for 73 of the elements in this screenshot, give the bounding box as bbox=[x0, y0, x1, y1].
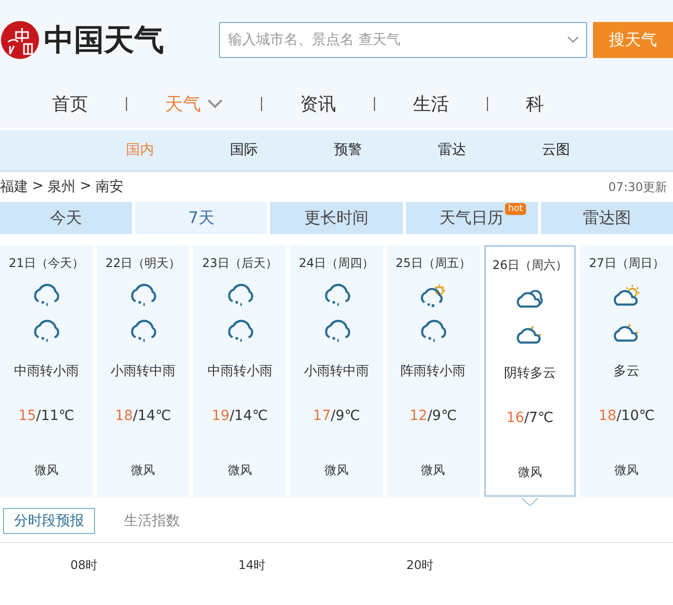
high-temperature: 18 bbox=[598, 408, 616, 424]
day-card[interactable]: 21日（今天） 中雨转小雨 15/11℃ 微风 bbox=[0, 245, 93, 497]
day-date: 23日（后天） bbox=[202, 255, 278, 272]
update-time: 07:30更新 bbox=[608, 178, 667, 196]
high-temperature: 17 bbox=[312, 408, 331, 424]
day-card[interactable]: 23日（后天） 中雨转小雨 19/14℃ 微风 bbox=[193, 245, 286, 497]
subnav-link[interactable]: 云图 bbox=[542, 141, 570, 159]
subnav-link[interactable]: 雷达 bbox=[438, 141, 466, 159]
chevron-down-icon[interactable] bbox=[567, 36, 579, 44]
detail-tab[interactable]: 分时段预报 bbox=[3, 508, 95, 534]
day-date: 24日（周四） bbox=[298, 255, 374, 272]
weather-description: 中雨转小雨 bbox=[207, 363, 272, 380]
site-logo-text[interactable]: 中国天气 bbox=[44, 20, 164, 60]
nav-link[interactable]: 首页 bbox=[0, 92, 126, 116]
day-date: 25日（周五） bbox=[396, 255, 471, 272]
chevron-down-icon[interactable] bbox=[207, 99, 223, 109]
low-temperature: /7℃ bbox=[524, 410, 554, 426]
search-field[interactable]: 输入城市名、景点名 查天气 bbox=[218, 22, 587, 58]
pointer-notch-icon bbox=[522, 498, 538, 506]
hour-label: 14时 bbox=[237, 557, 267, 574]
day-card[interactable]: 22日（明天） 小雨转中雨 18/14℃ 微风 bbox=[96, 245, 190, 497]
day-card[interactable]: 25日（周五） 阵雨转小雨 12/9℃ 微风 bbox=[386, 245, 480, 497]
hot-badge: hot bbox=[505, 203, 526, 215]
day-card[interactable]: 27日（周日） 多云 18/10℃ 微风 bbox=[580, 245, 673, 497]
low-temperature: /9℃ bbox=[330, 408, 360, 424]
weather-description: 中雨转小雨 bbox=[14, 363, 79, 380]
seal-logo-icon[interactable] bbox=[0, 20, 40, 60]
hour-label: 20时 bbox=[405, 557, 435, 574]
breadcrumb-link[interactable]: 南安 bbox=[95, 178, 124, 196]
day-date: 26日（周六） bbox=[492, 257, 568, 274]
wind-level: 微风 bbox=[421, 462, 446, 479]
day-date: 22日（明天） bbox=[105, 255, 181, 272]
high-temperature: 18 bbox=[115, 408, 133, 424]
wind-level: 微风 bbox=[518, 464, 542, 481]
day-date: 21日（今天） bbox=[8, 255, 84, 272]
nav-link[interactable]: 生活 bbox=[375, 92, 487, 116]
day-card[interactable]: 26日（周六） 阴转多云 16/7℃ 微风 bbox=[484, 245, 576, 497]
hour-label: 08时 bbox=[69, 557, 99, 574]
nav-link[interactable]: 科 bbox=[488, 92, 582, 116]
day-date: 27日（周日） bbox=[589, 255, 664, 272]
weather-description: 小雨转中雨 bbox=[110, 363, 176, 380]
high-temperature: 19 bbox=[212, 408, 230, 424]
wind-level: 微风 bbox=[34, 462, 58, 479]
low-temperature: /9℃ bbox=[427, 408, 457, 424]
day-card[interactable]: 24日（周四） 小雨转中雨 17/9℃ 微风 bbox=[290, 245, 383, 497]
forecast-tab[interactable]: 今天 bbox=[0, 202, 132, 234]
breadcrumb-separator: > bbox=[80, 178, 92, 196]
breadcrumb-link[interactable]: 福建 bbox=[0, 178, 28, 196]
weather-description: 阵雨转小雨 bbox=[400, 363, 466, 380]
forecast-tab[interactable]: 7天 bbox=[135, 202, 268, 234]
subnav-link[interactable]: 国际 bbox=[230, 141, 258, 159]
low-temperature: /11℃ bbox=[36, 408, 74, 424]
nav-link[interactable]: 资讯 bbox=[262, 92, 374, 116]
low-temperature: /14℃ bbox=[132, 408, 172, 424]
wind-level: 微风 bbox=[614, 462, 639, 479]
low-temperature: /10℃ bbox=[616, 408, 655, 424]
weather-description: 小雨转中雨 bbox=[304, 363, 370, 380]
breadcrumb-separator: > bbox=[32, 178, 44, 196]
wind-level: 微风 bbox=[324, 462, 349, 479]
weather-description: 阴转多云 bbox=[504, 365, 556, 382]
wind-level: 微风 bbox=[131, 462, 156, 479]
high-temperature: 15 bbox=[18, 408, 36, 424]
forecast-tab[interactable]: 天气日历 hot bbox=[406, 202, 538, 234]
detail-tab[interactable]: 生活指数 bbox=[113, 508, 191, 534]
breadcrumb-link[interactable]: 泉州 bbox=[48, 178, 76, 196]
weather-description: 多云 bbox=[614, 363, 640, 380]
low-temperature: /14℃ bbox=[230, 408, 268, 424]
wind-level: 微风 bbox=[228, 462, 252, 479]
subnav-link[interactable]: 预警 bbox=[334, 141, 362, 159]
forecast-tab[interactable]: 更长时间 bbox=[270, 202, 403, 234]
high-temperature: 12 bbox=[410, 408, 428, 424]
forecast-tab[interactable]: 雷达图 bbox=[540, 202, 673, 234]
high-temperature: 16 bbox=[506, 410, 524, 426]
